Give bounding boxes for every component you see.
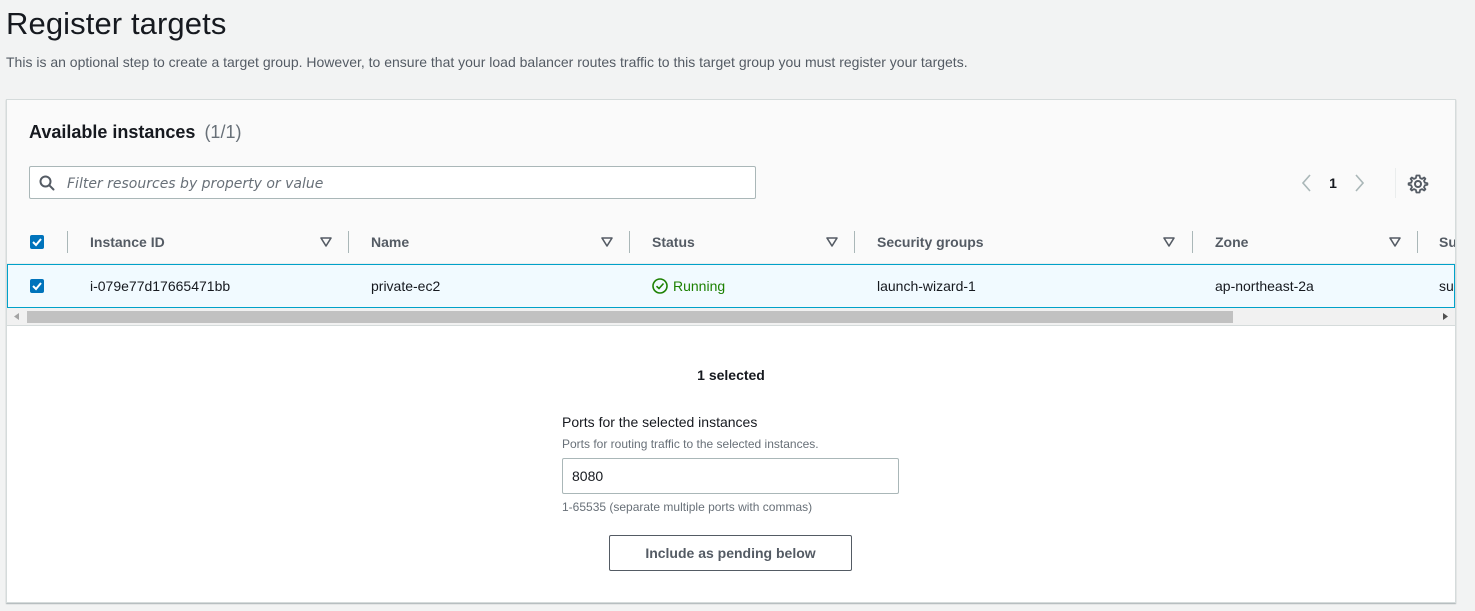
page-number[interactable]: 1 — [1317, 175, 1349, 191]
scrollbar-thumb[interactable] — [27, 311, 1233, 323]
caret-down-icon[interactable] — [601, 236, 613, 248]
include-as-pending-button[interactable]: Include as pending below — [609, 535, 852, 571]
pager-divider — [1395, 168, 1396, 198]
scroll-left-arrow-icon[interactable] — [11, 310, 23, 323]
chevron-left-icon — [1302, 174, 1311, 192]
column-divider — [67, 231, 68, 253]
status-text: Running — [673, 278, 726, 294]
search-icon — [39, 175, 55, 191]
column-header-subnet[interactable]: Su — [1439, 220, 1455, 264]
column-header-instance-id[interactable]: Instance ID — [90, 220, 165, 264]
ports-hint: 1-65535 (separate multiple ports with co… — [562, 500, 813, 514]
instances-table: Instance ID Name Status Security groups … — [7, 220, 1455, 330]
chevron-right-icon — [1355, 174, 1364, 192]
page-description: This is an optional step to create a tar… — [6, 54, 968, 70]
prev-page-button[interactable] — [1297, 172, 1317, 194]
ports-input[interactable] — [562, 458, 899, 494]
cell-status: Running — [652, 265, 725, 307]
table-row[interactable]: i-079e77d17665471bb private-ec2 Running … — [7, 264, 1455, 308]
column-header-status[interactable]: Status — [652, 220, 695, 264]
column-header-zone[interactable]: Zone — [1215, 220, 1248, 264]
filter-box[interactable] — [29, 166, 756, 199]
ports-label: Ports for the selected instances — [562, 414, 758, 430]
select-all-checkbox[interactable] — [30, 235, 44, 249]
caret-down-icon[interactable] — [826, 236, 838, 248]
column-divider[interactable] — [1192, 231, 1193, 253]
horizontal-scrollbar[interactable] — [7, 308, 1455, 326]
panel-title: Available instances (1/1) — [29, 122, 241, 143]
gear-icon[interactable] — [1407, 173, 1429, 195]
check-circle-icon — [652, 278, 668, 295]
check-icon — [32, 282, 42, 291]
column-header-security-groups[interactable]: Security groups — [877, 220, 984, 264]
pagination: 1 — [1297, 172, 1369, 194]
cell-security-groups: launch-wizard-1 — [877, 278, 976, 294]
cell-name: private-ec2 — [371, 278, 441, 294]
instance-count: (1/1) — [204, 122, 242, 142]
column-divider[interactable] — [348, 231, 349, 253]
next-page-button[interactable] — [1349, 172, 1369, 194]
available-instances-panel: Available instances (1/1) 1 — [6, 99, 1456, 603]
column-header-name[interactable]: Name — [371, 220, 409, 264]
cell-zone: ap-northeast-2a — [1215, 278, 1314, 294]
selected-count: 1 selected — [697, 367, 765, 383]
page-title: Register targets — [6, 6, 227, 41]
ports-description: Ports for routing traffic to the selecte… — [562, 437, 819, 451]
filter-input[interactable] — [65, 171, 749, 196]
panel-title-text: Available instances — [29, 122, 196, 142]
caret-down-icon[interactable] — [320, 236, 332, 248]
table-header: Instance ID Name Status Security groups … — [7, 220, 1455, 264]
row-checkbox[interactable] — [30, 279, 44, 293]
scroll-right-arrow-icon[interactable] — [1439, 310, 1451, 323]
panel-header: Available instances (1/1) 1 — [7, 100, 1455, 220]
cell-subnet: su — [1439, 278, 1454, 294]
caret-down-icon[interactable] — [1163, 236, 1175, 248]
check-icon — [32, 238, 42, 247]
caret-down-icon[interactable] — [1389, 236, 1401, 248]
column-divider[interactable] — [1417, 231, 1418, 253]
column-divider[interactable] — [854, 231, 855, 253]
column-divider[interactable] — [629, 231, 630, 253]
cell-instance-id: i-079e77d17665471bb — [90, 278, 231, 294]
